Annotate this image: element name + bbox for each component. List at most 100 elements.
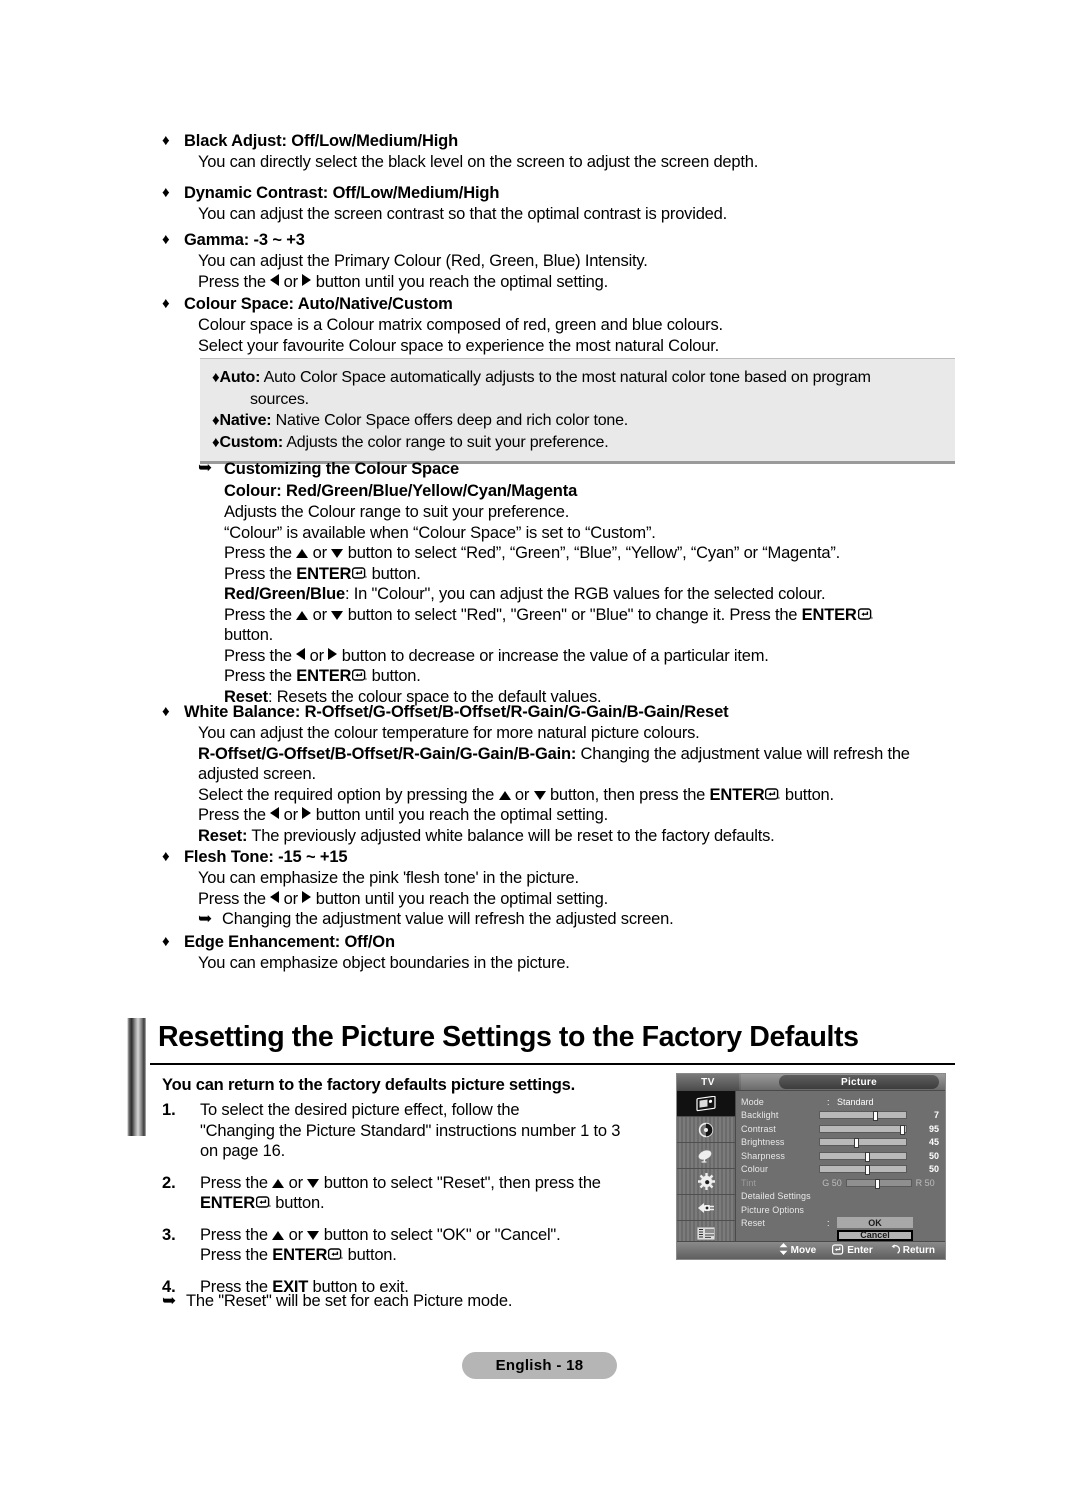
osd-label: Tint — [741, 1177, 757, 1188]
osd-row-cancel[interactable]: Cancel — [741, 1229, 939, 1242]
wb-line-2: R-Offset/G-Offset/B-Offset/R-Gain/G-Gain… — [198, 744, 962, 765]
text-post: button to select "OK" or "Cancel". — [319, 1225, 561, 1244]
enter-label: ENTER — [200, 1194, 255, 1212]
down-arrow-icon — [307, 1230, 320, 1240]
osd-number: 50 — [928, 1164, 939, 1175]
osd-row-sharpness[interactable]: Sharpness 50 — [741, 1149, 939, 1163]
text-post: button. — [367, 564, 421, 583]
feature-press-line: Press the or button until you reach the … — [198, 272, 648, 293]
customizing-line-3: Press the or button to select “Red”, “Gr… — [224, 543, 958, 564]
diamond-bullet-icon: ♦ — [162, 295, 170, 312]
slider-thumb[interactable] — [864, 1151, 870, 1162]
contrast-slider[interactable] — [818, 1124, 908, 1135]
backlight-slider[interactable] — [818, 1111, 908, 1122]
slider-thumb[interactable] — [873, 1111, 879, 1122]
osd-footer-move[interactable]: Move — [779, 1243, 816, 1258]
osd-row-colour[interactable]: Colour 50 — [741, 1163, 939, 1177]
rgb-term: Red/Green/Blue — [224, 585, 345, 603]
section-accent-bar — [127, 1018, 146, 1136]
edge-line-1: You can emphasize object boundaries in t… — [198, 954, 570, 972]
section-divider — [150, 1063, 955, 1065]
brightness-slider[interactable] — [818, 1138, 908, 1149]
customizing-line-2: “Colour” is available when “Colour Space… — [224, 523, 656, 542]
osd-row-contrast[interactable]: Contrast 95 — [741, 1122, 939, 1136]
slider-thumb[interactable] — [864, 1165, 870, 1176]
osd-rail-sound[interactable] — [677, 1117, 735, 1143]
text-mid2: button, then press the — [545, 785, 710, 804]
tint-g-value: 50 — [831, 1177, 842, 1188]
osd-row-backlight[interactable]: Backlight 7 — [741, 1109, 939, 1123]
info-text: Native Color Space offers deep and rich … — [271, 412, 629, 429]
osd-ok-button[interactable]: OK — [837, 1217, 913, 1228]
step-number: 1. — [162, 1101, 176, 1119]
down-arrow-icon — [307, 1178, 320, 1188]
wb-term: R-Offset/G-Offset/B-Offset/R-Gain/G-Gain… — [198, 744, 577, 763]
flesh-line-1: You can emphasize the pink 'flesh tone' … — [198, 869, 579, 887]
enter-label: ENTER — [296, 564, 352, 583]
osd-footer-enter[interactable]: Enter — [832, 1243, 873, 1258]
enter-key-icon — [328, 1248, 343, 1261]
slider-thumb[interactable] — [854, 1138, 860, 1149]
osd-row-picture-options[interactable]: Picture Options — [741, 1203, 939, 1217]
gear-icon — [697, 1172, 716, 1191]
step-line: ENTER button. — [200, 1193, 601, 1214]
osd-rail-picture[interactable] — [677, 1091, 735, 1117]
right-arrow-icon — [302, 890, 312, 903]
wb-reset-line: Reset: The previously adjusted white bal… — [198, 826, 962, 847]
final-note: ➥ The "Reset" will be set for each Pictu… — [162, 1291, 512, 1312]
final-note-text: The "Reset" will be set for each Picture… — [186, 1292, 513, 1310]
note-arrow-icon: ➥ — [198, 458, 213, 477]
tint-r-value: 50 — [924, 1177, 935, 1188]
osd-footer-return-label: Return — [902, 1245, 935, 1256]
text-mid: or — [510, 785, 534, 804]
info-term: Auto: — [219, 369, 261, 386]
text-pre: Press the — [200, 1246, 273, 1264]
steps-list: 1. To select the desired picture effect,… — [162, 1100, 652, 1309]
osd-label: Sharpness — [741, 1150, 785, 1161]
osd-rail-channel[interactable] — [677, 1143, 735, 1169]
wb-line-1: You can adjust the colour temperature fo… — [198, 724, 700, 742]
text-pre: Press the — [224, 646, 297, 665]
left-arrow-icon — [270, 273, 280, 286]
osd-label: Detailed Settings — [741, 1191, 811, 1202]
osd-cancel-button[interactable]: Cancel — [837, 1229, 913, 1241]
page-title: Resetting the Picture Settings to the Fa… — [158, 1021, 859, 1053]
osd-row-mode[interactable]: Mode : Standard — [741, 1095, 939, 1109]
press-pre: Press the — [198, 272, 271, 291]
text-mid: or — [284, 1225, 308, 1244]
customizing-line-8: Press the ENTER button. — [224, 666, 958, 687]
step-line: "Changing the Picture Standard" instruct… — [200, 1121, 621, 1140]
enter-label: ENTER — [296, 667, 352, 685]
osd-row-brightness[interactable]: Brightness 45 — [741, 1136, 939, 1150]
osd-rail-input[interactable] — [677, 1195, 735, 1221]
text-mid: or — [284, 1173, 308, 1192]
text-mid: or — [308, 544, 332, 562]
tint-slider[interactable] — [845, 1178, 912, 1189]
down-arrow-icon — [331, 610, 344, 620]
diamond-bullet-icon: ♦ — [162, 231, 170, 248]
osd-footer-return[interactable]: Return — [889, 1243, 935, 1258]
osd-body: Mode : Standard Backlight 7 Contrast 95 — [677, 1091, 945, 1247]
diamond-bullet-icon: ♦ — [162, 703, 170, 720]
feature-line: You can adjust the screen contrast so th… — [198, 205, 728, 223]
wb-text: Changing the adjustment value will refre… — [576, 744, 910, 763]
osd-number: 95 — [928, 1123, 939, 1134]
slider-thumb[interactable] — [900, 1124, 906, 1135]
osd-menu-title[interactable]: Picture — [779, 1075, 939, 1089]
text-post: button. — [780, 785, 834, 804]
sharpness-slider[interactable] — [818, 1151, 908, 1162]
slider-thumb[interactable] — [875, 1178, 881, 1189]
text-post: button to select “Red”, “Green”, “Blue”,… — [343, 544, 841, 562]
osd-value: Standard — [837, 1096, 874, 1107]
up-arrow-icon — [498, 790, 511, 800]
osd-row-reset[interactable]: Reset : OK — [741, 1217, 939, 1229]
osd-rail-setup[interactable] — [677, 1169, 735, 1195]
osd-row-detailed-settings[interactable]: Detailed Settings — [741, 1190, 939, 1204]
step-3: 3. Press the or button to select "OK" or… — [162, 1225, 652, 1266]
customizing-line-1: Adjusts the Colour range to suit your pr… — [224, 503, 570, 521]
osd-label: Mode — [741, 1096, 764, 1107]
right-arrow-icon — [328, 647, 338, 660]
osd-row-tint[interactable]: Tint G 50 R 50 — [741, 1176, 939, 1190]
left-arrow-icon — [270, 807, 280, 819]
colour-slider[interactable] — [818, 1165, 908, 1176]
